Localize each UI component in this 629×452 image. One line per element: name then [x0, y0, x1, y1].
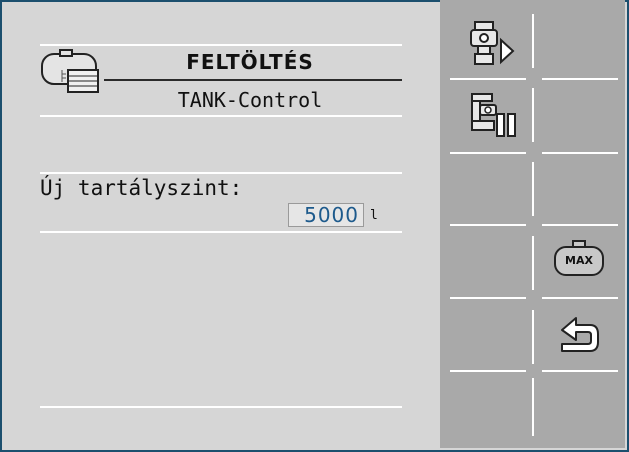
- softkey-separator: [542, 224, 618, 226]
- back-button[interactable]: [538, 302, 623, 370]
- softkey-separator: [450, 370, 526, 372]
- divider-field-top: [40, 172, 402, 174]
- title-underline: [104, 79, 402, 81]
- softkey-separator: [532, 14, 534, 68]
- divider-header-bottom: [40, 115, 402, 117]
- tank-fill-icon: [40, 48, 100, 99]
- max-label: MAX: [554, 246, 604, 276]
- softkey-separator: [450, 297, 526, 299]
- softkey-separator: [532, 162, 534, 216]
- back-arrow-icon: [561, 317, 599, 352]
- pause-pump-button[interactable]: [445, 84, 530, 152]
- softkey-separator: [532, 236, 534, 290]
- softkey-separator: [542, 78, 618, 80]
- main-panel: FELTÖLTÉS TANK-Control Új tartályszint: …: [0, 0, 440, 448]
- divider-footer: [40, 406, 402, 408]
- pump-start-icon: [470, 21, 515, 65]
- page-subtitle: TANK-Control: [177, 88, 323, 112]
- softkey-separator: [542, 370, 618, 372]
- page-title: FELTÖLTÉS: [186, 50, 314, 74]
- pump-pause-icon: [471, 93, 516, 137]
- tank-level-label: Új tartályszint:: [40, 176, 243, 200]
- divider-top: [40, 44, 402, 46]
- softkey-separator: [532, 378, 534, 436]
- softkey-separator: [532, 88, 534, 142]
- tank-level-unit: l: [370, 208, 378, 223]
- softkey-separator: [450, 78, 526, 80]
- divider-field-bottom: [40, 231, 402, 233]
- softkey-separator: [532, 310, 534, 364]
- softkey-separator: [450, 152, 526, 154]
- tank-level-input[interactable]: 5000: [288, 203, 364, 227]
- softkey-separator: [450, 224, 526, 226]
- start-pump-button[interactable]: [445, 10, 530, 78]
- softkey-separator: [542, 152, 618, 154]
